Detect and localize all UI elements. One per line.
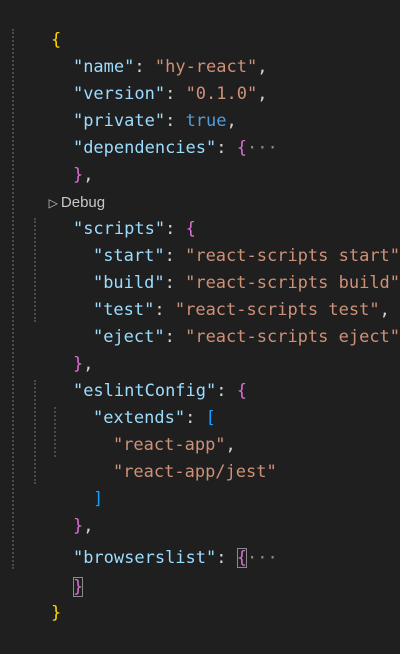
code-line[interactable]: "eject": "react-scripts eject" — [52, 297, 400, 347]
code-line[interactable]: }, — [32, 486, 94, 536]
json-key: "browserslist" — [72, 548, 217, 568]
code-line[interactable]: "dependencies": {··· — [32, 108, 278, 158]
code-line[interactable]: }, — [32, 324, 94, 374]
code-line[interactable]: "extends": [ — [52, 378, 216, 428]
code-line[interactable]: "private": true, — [32, 81, 237, 131]
code-line[interactable]: "test": "react-scripts test", — [52, 270, 390, 320]
json-key: "eject" — [92, 327, 165, 347]
code-line[interactable]: } — [10, 573, 61, 623]
code-line[interactable]: "build": "react-scripts build", — [52, 243, 400, 293]
open-brace: { — [236, 548, 247, 568]
code-line[interactable]: "react-app/jest" — [72, 432, 277, 482]
debug-codelens[interactable]: ▷ Debug — [32, 162, 105, 211]
close-brace: } — [72, 577, 84, 597]
code-line[interactable]: "name": "hy-react", — [32, 27, 268, 77]
indent-guide — [34, 218, 36, 322]
code-line[interactable]: "scripts": { — [32, 189, 196, 239]
indent-guide — [34, 380, 36, 484]
code-line[interactable]: "react-app", — [72, 405, 236, 455]
folded-ellipsis-icon[interactable]: ··· — [247, 548, 278, 568]
colon: : — [216, 548, 237, 568]
comma: , — [257, 84, 268, 104]
open-brace: { — [236, 138, 247, 158]
indent-guide — [12, 29, 14, 569]
json-string-value: "react-scripts eject" — [185, 327, 400, 347]
code-line[interactable]: { — [10, 0, 61, 50]
indent-guide — [54, 407, 56, 457]
json-key: "dependencies" — [72, 138, 217, 158]
code-line[interactable]: "start": "react-scripts start", — [52, 216, 400, 266]
colon: : — [216, 381, 237, 401]
code-line[interactable]: "version": "0.1.0", — [32, 54, 268, 104]
colon: : — [216, 138, 237, 158]
open-brace: { — [236, 381, 247, 401]
close-bracket: ] — [92, 489, 104, 509]
colon: : — [164, 327, 186, 347]
code-editor[interactable]: { "name": "hy-react", "version": "0.1.0"… — [0, 0, 400, 623]
code-line[interactable]: } — [32, 547, 84, 597]
code-line[interactable]: ] — [52, 459, 103, 509]
json-string-value: "react-app/jest" — [112, 462, 277, 482]
folded-ellipsis-icon[interactable]: ··· — [247, 138, 278, 158]
code-line[interactable]: }, — [32, 135, 94, 185]
code-line[interactable]: "eslintConfig": { — [32, 351, 247, 401]
code-line[interactable]: "browserslist": {··· — [32, 518, 278, 568]
close-brace: } — [50, 603, 62, 623]
